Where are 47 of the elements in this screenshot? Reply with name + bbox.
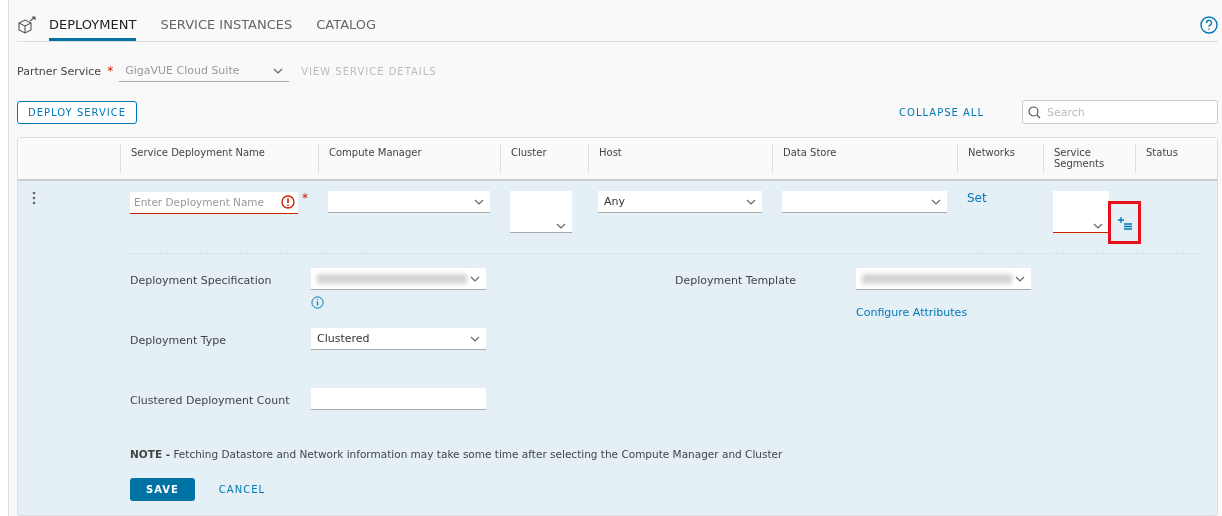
column-header: Compute Manager	[318, 144, 500, 173]
cancel-link[interactable]: CANCEL	[218, 484, 266, 495]
cube-icon	[17, 16, 37, 34]
name-field[interactable]: Enter Deployment Name	[130, 191, 298, 214]
tab[interactable]: DEPLOYMENT	[49, 17, 137, 41]
search-field[interactable]: Search	[1022, 100, 1218, 124]
required-mark: *	[107, 64, 114, 78]
help-icon[interactable]	[1200, 15, 1218, 34]
dropdown[interactable]	[1053, 191, 1109, 233]
caret-icon	[1015, 275, 1025, 282]
tab[interactable]: SERVICE INSTANCES	[160, 17, 293, 41]
collapse-all-link[interactable]: COLLAPSE ALL	[899, 106, 984, 118]
info-icon[interactable]	[311, 296, 324, 309]
caret-icon	[470, 275, 480, 282]
save-button[interactable]: SAVE	[130, 478, 195, 501]
field-label: Deployment Type	[130, 333, 228, 347]
column-header: Data Store	[772, 144, 957, 173]
dropdown[interactable]: Clustered	[311, 328, 486, 350]
configure-link[interactable]: Configure Attributes	[856, 306, 1036, 319]
caret-icon	[273, 67, 284, 74]
note-text: NOTE - Fetching Datastore and Network information may take some time after selecting the Compute Manager and Cluster	[130, 448, 784, 460]
field-label: Deployment Template	[675, 273, 797, 287]
add-list-icon[interactable]	[1116, 215, 1133, 230]
set-link[interactable]: Set	[967, 191, 987, 205]
column-header: Status	[1135, 144, 1217, 173]
error-icon	[281, 195, 295, 209]
field-label: Deployment Specification	[130, 273, 273, 287]
caret-icon	[1093, 223, 1103, 229]
more-icon[interactable]	[32, 191, 36, 205]
required-mark: *	[302, 191, 308, 205]
caret-icon	[746, 198, 756, 205]
column-header: Networks	[957, 144, 1043, 173]
column-header: Service Deployment Name	[120, 144, 318, 173]
dropdown[interactable]: Any	[598, 191, 762, 213]
caret-icon	[474, 198, 484, 205]
deploy-service-button[interactable]: DEPLOY SERVICE	[17, 100, 138, 124]
search-icon	[1028, 106, 1041, 119]
field-label: Partner Service	[17, 64, 102, 78]
caret-icon	[556, 223, 566, 229]
column-header: Service Segments	[1043, 144, 1135, 173]
column-header: Host	[588, 144, 772, 173]
tab[interactable]: CATALOG	[316, 17, 377, 41]
caret-icon	[931, 198, 941, 205]
field-label: Clustered Deployment Count	[130, 393, 291, 407]
caret-icon	[470, 335, 480, 342]
input-field[interactable]	[311, 388, 486, 410]
column-header: Cluster	[500, 144, 588, 173]
